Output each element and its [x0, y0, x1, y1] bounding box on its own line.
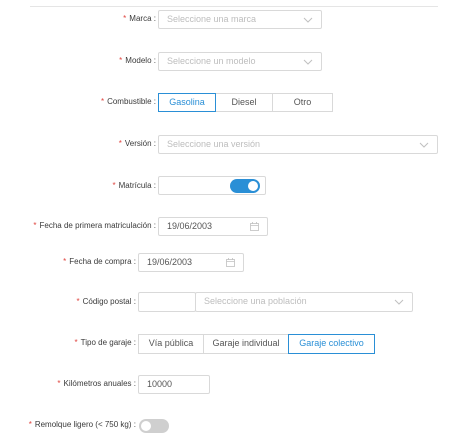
chevron-down-icon	[303, 17, 313, 23]
matricula-label: * Matrícula :	[112, 181, 157, 190]
calendar-icon[interactable]	[250, 222, 259, 231]
garaje-individual-option[interactable]: Garaje individual	[203, 334, 289, 354]
fecha-primera-value: 19/06/2003	[167, 221, 213, 231]
combustible-gasolina-option[interactable]: Gasolina	[158, 93, 216, 112]
toggle-knob	[248, 181, 258, 191]
modelo-placeholder: Seleccione un modelo	[167, 56, 256, 66]
tipo-garaje-label: * Tipo de garaje :	[74, 338, 136, 347]
toggle-knob	[141, 421, 151, 431]
codigo-postal-label: * Código postal :	[76, 297, 136, 306]
remolque-toggle[interactable]	[139, 419, 169, 433]
kilometros-label: * Kilómetros anuales :	[57, 379, 136, 388]
chevron-down-icon	[303, 59, 313, 65]
codigo-postal-input[interactable]	[138, 292, 196, 312]
top-divider	[30, 6, 438, 7]
marca-select[interactable]: Seleccione una marca	[158, 10, 322, 29]
version-placeholder: Seleccione una versión	[167, 139, 261, 149]
modelo-label: * Modelo :	[119, 56, 156, 65]
modelo-select[interactable]: Seleccione un modelo	[158, 52, 322, 71]
poblacion-placeholder: Seleccione una población	[204, 296, 307, 306]
fecha-compra-value: 19/06/2003	[147, 257, 193, 267]
matricula-toggle[interactable]	[230, 179, 260, 193]
marca-placeholder: Seleccione una marca	[167, 14, 257, 24]
calendar-icon[interactable]	[226, 258, 235, 267]
combustible-label: * Combustible :	[100, 97, 156, 106]
combustible-diesel-option[interactable]: Diesel	[215, 93, 273, 112]
garaje-colectivo-option[interactable]: Garaje colectivo	[288, 334, 375, 354]
kilometros-input[interactable]: 10000	[138, 375, 210, 394]
fecha-primera-label: * Fecha de primera matriculación :	[33, 221, 156, 230]
chevron-down-icon	[394, 299, 404, 305]
fecha-primera-input[interactable]: 19/06/2003	[158, 217, 268, 236]
version-label: * Versión :	[118, 139, 156, 148]
marca-label: * Marca :	[123, 14, 156, 23]
garaje-via-publica-option[interactable]: Vía pública	[138, 334, 204, 354]
fecha-compra-label: * Fecha de compra :	[63, 257, 136, 266]
poblacion-select[interactable]: Seleccione una población	[195, 292, 413, 312]
chevron-down-icon	[419, 142, 429, 148]
version-select[interactable]: Seleccione una versión	[158, 135, 438, 154]
fecha-compra-input[interactable]: 19/06/2003	[138, 253, 244, 272]
combustible-otro-option[interactable]: Otro	[272, 93, 333, 112]
kilometros-value: 10000	[147, 379, 173, 389]
remolque-label: * Remolque ligero (< 750 kg) :	[28, 420, 136, 429]
